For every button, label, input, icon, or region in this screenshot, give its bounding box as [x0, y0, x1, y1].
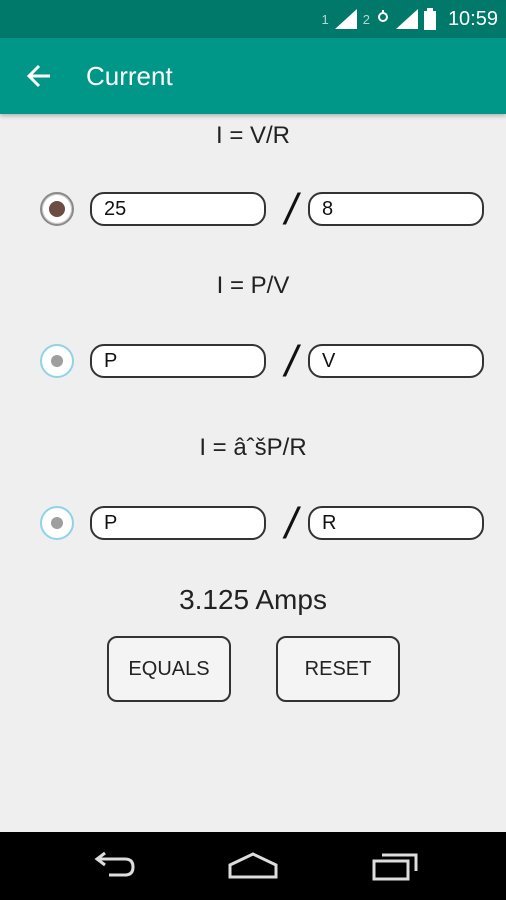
voltage-input[interactable]: 25 — [90, 192, 266, 226]
radio-formula-p-over-v[interactable] — [40, 344, 74, 378]
back-button[interactable] — [22, 60, 56, 92]
sim2-label: 2 — [362, 11, 370, 27]
formula-label-sqrt-p-over-r: I = âˆšP/R — [199, 434, 307, 461]
signal-icon — [334, 9, 357, 29]
nav-recents-button[interactable] — [365, 846, 425, 886]
battery-icon — [423, 8, 436, 30]
page-title: Current — [86, 61, 173, 91]
data-sync-icon — [377, 10, 388, 22]
reset-button[interactable]: RESET — [276, 636, 400, 702]
home-icon — [228, 852, 278, 879]
clock: 10:59 — [447, 7, 498, 30]
app-bar: Current — [0, 38, 506, 114]
power-input-2[interactable]: P — [90, 506, 266, 540]
recents-icon — [372, 853, 418, 881]
navigation-bar — [0, 832, 506, 900]
division-symbol: / — [285, 499, 298, 548]
signal-icon — [395, 9, 418, 29]
division-symbol: / — [285, 337, 298, 386]
division-symbol: / — [285, 185, 298, 234]
back-icon — [94, 851, 135, 877]
sim1-label: 1 — [321, 11, 329, 27]
resistance-input-2[interactable]: R — [308, 506, 484, 540]
radio-formula-sqrt-p-over-r[interactable] — [40, 506, 74, 540]
nav-home-button[interactable] — [223, 846, 283, 886]
arrow-left-icon — [26, 64, 50, 88]
status-bar: 1 2 10:59 — [0, 0, 506, 38]
resistance-input[interactable]: 8 — [308, 192, 484, 226]
formula-label-v-over-r: I = V/R — [215, 122, 291, 149]
status-icons: 1 2 10:59 — [321, 0, 498, 38]
equals-button[interactable]: EQUALS — [107, 636, 231, 702]
formula-label-p-over-v: I = P/V — [216, 272, 290, 299]
voltage-input-2[interactable]: V — [308, 344, 484, 378]
radio-formula-v-over-r[interactable] — [40, 192, 74, 226]
result-text: 3.125 Amps — [179, 584, 327, 615]
nav-back-button[interactable] — [83, 846, 143, 886]
power-input[interactable]: P — [90, 344, 266, 378]
